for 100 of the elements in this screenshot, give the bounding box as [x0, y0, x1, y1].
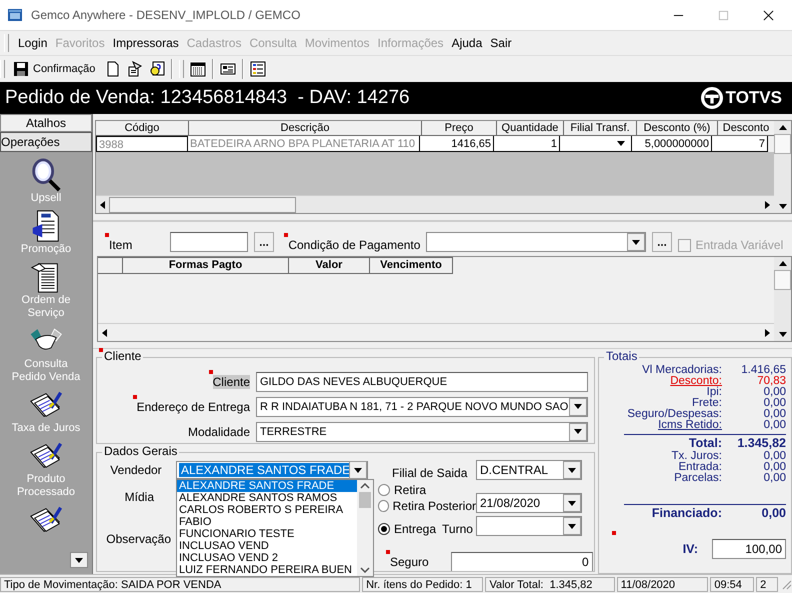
total-label: Vl Mercadorias:	[641, 365, 722, 376]
sidebar-tab[interactable]: Operações	[0, 132, 92, 152]
browse-button[interactable]	[652, 232, 672, 252]
payment-condition-label: Condição de Pagamento	[288, 238, 420, 252]
confirm-button[interactable]: Confirmação	[11, 61, 100, 77]
field-label: Endereço de Entrega	[136, 400, 250, 414]
scrollbar-thumb[interactable]	[109, 196, 296, 212]
table-cell-text: BATEDEIRA ARNO BPA PLANETARIA AT 110	[190, 137, 415, 151]
total-link[interactable]: Icms Retido:	[604, 420, 722, 431]
down-arrow-icon[interactable]	[778, 204, 786, 209]
horizontal-scrollbar[interactable]	[96, 195, 774, 213]
total-label: Ipi:	[706, 387, 722, 398]
column-header[interactable]: Vencimento	[370, 257, 453, 274]
total-label: Seguro/Despesas:	[626, 409, 722, 420]
client-field[interactable]: GILDO DAS NEVES ALBUQUERQUE	[256, 372, 588, 392]
status-panel: Valor Total: 1.345,82	[485, 576, 615, 592]
right-arrow-icon[interactable]	[765, 200, 770, 208]
sidebar-tab[interactable]: Atalhos	[0, 114, 92, 132]
total-value: 0,00	[762, 420, 786, 431]
scrollbar-thumb[interactable]	[359, 492, 371, 508]
total-label: Entrada:	[678, 462, 722, 473]
field-label: Modalidade	[188, 424, 250, 438]
seller-option[interactable]: LUIZ FERNANDO PEREIRA BUEN	[177, 564, 357, 576]
required-marker	[612, 531, 616, 535]
total-link[interactable]: Desconto:	[604, 376, 722, 387]
delivery-radio[interactable]: Retira	[378, 483, 476, 497]
right-arrow-icon[interactable]	[765, 328, 770, 336]
calendar-icon[interactable]	[190, 61, 206, 77]
menu-item[interactable]: Ajuda	[448, 36, 486, 50]
required-marker	[105, 233, 109, 237]
left-arrow-icon[interactable]	[100, 200, 105, 208]
shift-select[interactable]	[476, 516, 582, 536]
seller-option[interactable]: INCLUSAO VEND 2	[177, 552, 357, 564]
total-value: 1.345,82	[736, 436, 786, 451]
field-label: Seguro	[390, 555, 429, 569]
vertical-scrollbar[interactable]	[774, 257, 791, 341]
total-label: Frete:	[692, 398, 722, 409]
seller-option[interactable]: ALEXANDRE SANTOS FRADE	[177, 480, 357, 492]
select-field[interactable]: TERRESTRE	[256, 422, 588, 442]
list-icon[interactable]	[250, 61, 266, 77]
menu-item[interactable]: Impressoras	[108, 36, 183, 50]
seller-option[interactable]: FUNCIONARIO TESTE	[177, 528, 357, 540]
insurance-field[interactable]: 0	[450, 552, 593, 572]
item-field[interactable]	[170, 232, 248, 252]
caret-icon	[574, 404, 582, 409]
total-label: Tx. Juros:	[670, 451, 722, 462]
scrollbar-thumb[interactable]	[774, 270, 791, 290]
table-cell-text: 3988	[99, 138, 124, 151]
delivery-radio[interactable]: Retira Posterior	[378, 499, 476, 513]
total-label: Parcelas:	[673, 473, 722, 484]
seller-option[interactable]: FABIO	[177, 516, 357, 528]
required-marker	[132, 394, 137, 398]
column-header[interactable]: Descrição	[189, 121, 422, 136]
resize-grip-icon[interactable]	[780, 578, 792, 590]
menu-item[interactable]: Sair	[486, 36, 516, 50]
seller-option[interactable]: ALEXANDRE SANTOS RAMOS	[177, 492, 357, 504]
total-value: 0,00	[762, 473, 786, 484]
scroll-down-button[interactable]	[70, 552, 88, 568]
up-arrow-icon[interactable]	[778, 125, 786, 130]
table-cell-text: 1416,65	[451, 137, 491, 151]
caret-icon	[574, 429, 582, 434]
date-select[interactable]: 21/08/2020	[476, 493, 582, 513]
menu-item[interactable]: Login	[14, 36, 52, 50]
select-field[interactable]: R R INDAIATUBA N 181, 71 - 2 PARQUE NOVO MUNDO SAO	[256, 396, 588, 416]
column-header[interactable]: Preço	[422, 121, 497, 136]
blank-page-icon[interactable]	[105, 61, 122, 77]
group-title: Cliente	[104, 349, 142, 363]
field-label: Cliente	[212, 374, 250, 388]
scrollbar-thumb[interactable]	[774, 134, 791, 154]
column-header[interactable]: Código	[96, 121, 189, 136]
left-arrow-icon[interactable]	[102, 328, 107, 336]
table-cell-text: 5,000000000	[644, 137, 709, 151]
delivery-radio[interactable]: Entrega	[378, 522, 436, 536]
column-header[interactable]: Quantidade	[497, 121, 564, 136]
column-header[interactable]: Formas Pagto	[123, 257, 289, 274]
up-arrow-icon[interactable]	[778, 261, 786, 266]
table-cell-text: 1	[550, 137, 557, 151]
column-header[interactable]: Filial Transf.	[564, 121, 637, 136]
status-panel: 2	[756, 576, 778, 592]
branch-select[interactable]: D.CENTRAL	[476, 460, 582, 480]
down-arrow-icon[interactable]	[778, 332, 786, 337]
iv-field[interactable]: 100,00	[712, 539, 786, 559]
status-panel: Nr. ítens do Pedido: 1	[362, 576, 484, 592]
close-icon[interactable]	[763, 10, 774, 20]
order-title: Pedido de Venda: 123456814843 - DAV: 14276	[4, 87, 410, 109]
seller-option[interactable]: INCLUSAO VEND	[177, 540, 357, 552]
column-header[interactable]: Valor	[289, 257, 370, 274]
seller-option[interactable]: CARLOS ROBERTO S PEREIRA	[177, 504, 357, 516]
total-value: 0,00	[762, 462, 786, 473]
down-chevron-icon[interactable]	[360, 567, 370, 573]
document-icon[interactable]	[127, 61, 144, 77]
vertical-scrollbar[interactable]	[774, 121, 791, 213]
column-header[interactable]: Desconto	[718, 121, 774, 136]
payment-condition-select[interactable]	[426, 232, 646, 252]
browse-button[interactable]	[254, 232, 274, 252]
column-header[interactable]: Desconto (%)	[637, 121, 718, 136]
id-card-icon[interactable]	[220, 61, 236, 77]
caret-icon	[354, 468, 362, 472]
required-marker	[386, 550, 390, 554]
up-chevron-icon[interactable]	[360, 483, 370, 489]
